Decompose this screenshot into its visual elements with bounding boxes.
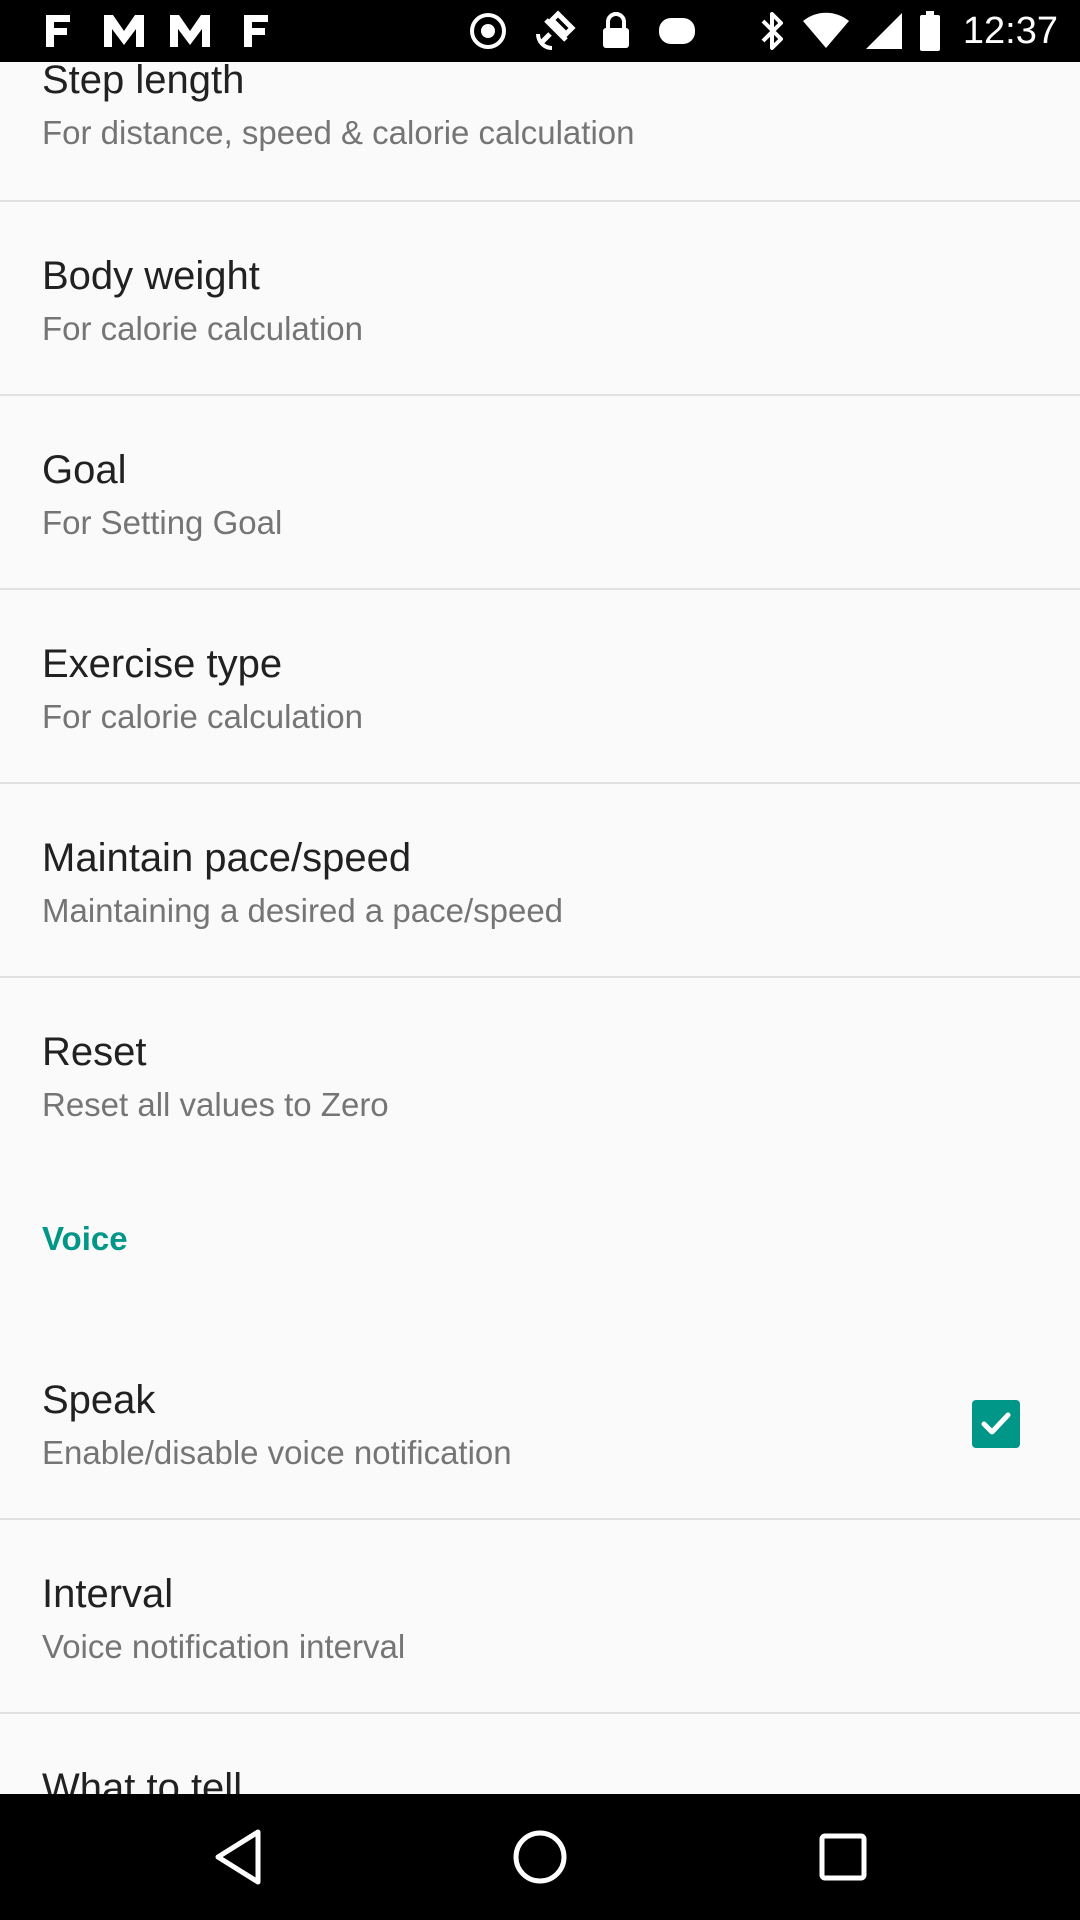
pref-reset[interactable]: Reset Reset all values to Zero — [0, 978, 1080, 1172]
recents-button[interactable] — [763, 1794, 923, 1920]
pref-exercise-type[interactable]: Exercise type For calorie calculation — [0, 590, 1080, 784]
pref-summary: For calorie calculation — [42, 698, 363, 735]
check-icon — [981, 1412, 1011, 1435]
f-icon — [40, 0, 76, 62]
category-voice: Voice — [42, 1220, 128, 1257]
pref-title: Speak — [42, 1378, 156, 1422]
recents-icon — [819, 1833, 867, 1881]
back-button[interactable] — [158, 1794, 318, 1920]
speak-checkbox[interactable] — [972, 1400, 1020, 1448]
pref-summary: For calorie calculation — [42, 310, 363, 347]
settings-list: Step length For distance, speed & calori… — [0, 62, 1080, 1794]
status-bar: 12:37 — [0, 0, 1080, 62]
pref-speak[interactable]: Speak Enable/disable voice notification — [0, 1302, 1080, 1518]
pref-interval[interactable]: Interval Voice notification interval — [0, 1520, 1080, 1712]
fake-gps-icon — [530, 0, 580, 62]
pref-summary: For Setting Goal — [42, 504, 283, 541]
m-icon — [166, 0, 214, 62]
pref-summary: For distance, speed & calorie calculatio… — [42, 114, 635, 151]
pref-summary: Reset all values to Zero — [42, 1086, 389, 1123]
radio-icon — [466, 0, 510, 62]
pref-step-length[interactable]: Step length For distance, speed & calori… — [0, 62, 1080, 202]
signal-icon — [862, 0, 906, 62]
navigation-bar — [0, 1794, 1080, 1920]
m-icon — [100, 0, 148, 62]
pref-title: Step length — [42, 62, 245, 102]
wifi-icon — [800, 0, 852, 62]
controller-icon — [654, 0, 700, 62]
pref-summary: Maintaining a desired a pace/speed — [42, 892, 564, 929]
back-icon — [215, 1829, 261, 1885]
home-icon — [513, 1830, 567, 1884]
lock-icon — [598, 0, 634, 62]
pref-title: Maintain pace/speed — [42, 836, 412, 880]
pref-goal[interactable]: Goal For Setting Goal — [0, 396, 1080, 590]
clock: 12:37 — [962, 10, 1058, 52]
pref-what-to-tell[interactable]: What to tell — [0, 1714, 1080, 1794]
pref-title: Body weight — [42, 254, 260, 298]
pref-title: Goal — [42, 448, 127, 492]
battery-icon — [916, 0, 944, 62]
pref-title: What to tell — [42, 1766, 243, 1794]
pref-maintain-pace[interactable]: Maintain pace/speed Maintaining a desire… — [0, 784, 1080, 978]
pref-summary: Enable/disable voice notification — [42, 1434, 512, 1471]
pref-body-weight[interactable]: Body weight For calorie calculation — [0, 202, 1080, 396]
bluetooth-icon — [754, 0, 790, 62]
home-button[interactable] — [460, 1794, 620, 1920]
pref-title: Reset — [42, 1030, 147, 1074]
pref-summary: Voice notification interval — [42, 1628, 406, 1665]
f-icon — [238, 0, 274, 62]
pref-title: Interval — [42, 1572, 174, 1616]
pref-title: Exercise type — [42, 642, 283, 686]
